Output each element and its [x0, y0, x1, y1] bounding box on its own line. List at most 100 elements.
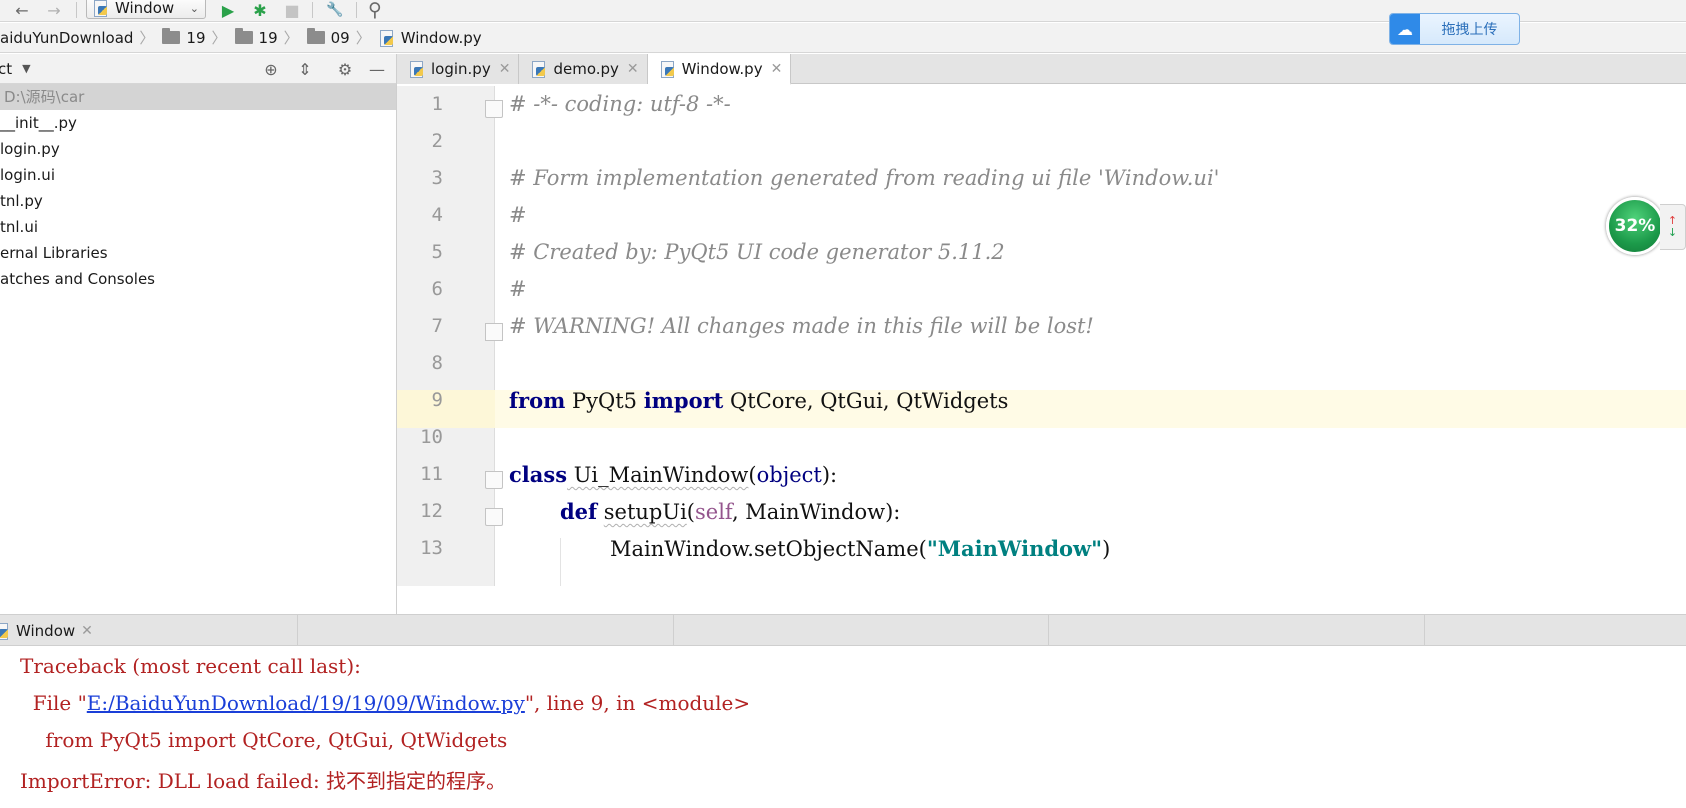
breadcrumb-label: Window.py [400, 28, 482, 47]
console-text: File " [20, 691, 87, 715]
tab-login-py[interactable]: login.py ✕ [397, 54, 520, 84]
module-name: PyQt5 [565, 389, 644, 413]
close-icon[interactable]: ✕ [627, 61, 639, 77]
gear-icon[interactable]: ⚙ [336, 60, 354, 79]
code-line: # [509, 203, 527, 227]
code-line-call: MainWindow.setObjectName("MainWindow") [610, 536, 1110, 561]
run-config-label: Window [115, 0, 175, 17]
download-arrow-icon: ↓ [1667, 226, 1678, 239]
breadcrumb-label: 19 [186, 28, 206, 47]
keyword: import [643, 388, 724, 413]
tree-item-scratches[interactable]: atches and Consoles [0, 266, 396, 292]
close-icon[interactable]: ✕ [81, 623, 93, 639]
code-line: # WARNING! All changes made in this file… [509, 314, 1094, 338]
locate-target-icon[interactable]: ⊕ [262, 60, 280, 79]
python-file-icon [409, 61, 425, 78]
project-panel-header: ct ▼ ⊕ ⇕ ⚙ — [0, 54, 396, 84]
console-line: Traceback (most recent call last): [20, 654, 361, 678]
run-tab-window[interactable]: Window ✕ [0, 615, 101, 646]
console-error-line: ImportError: DLL load failed: 找不到指定的程序。 [20, 769, 507, 793]
breadcrumb-item[interactable]: 19 [231, 28, 284, 47]
tab-label: demo.py [553, 60, 619, 78]
fold-marker-icon[interactable] [485, 100, 503, 118]
python-file-icon [531, 61, 547, 78]
run-config-dropdown[interactable]: Window ⌄ [86, 0, 206, 19]
fold-marker-icon[interactable] [485, 471, 503, 489]
tree-root-path[interactable]: D:\源码\car [0, 84, 396, 110]
import-list: QtCore, QtGui, QtWidgets [723, 389, 1009, 413]
fold-marker-icon[interactable] [485, 323, 503, 341]
project-panel-title[interactable]: ct [0, 60, 12, 78]
code-line: # Created by: PyQt5 UI code generator 5.… [509, 240, 1005, 264]
code-line-import: from PyQt5 import QtCore, QtGui, QtWidge… [509, 388, 1008, 413]
minimize-icon[interactable]: — [368, 60, 386, 79]
keyword: class [509, 462, 568, 487]
wrench-icon[interactable]: 🔧 [324, 0, 346, 20]
breadcrumb-item[interactable]: aiduYunDownload [0, 29, 139, 47]
breadcrumb-separator: 〉 [211, 29, 227, 47]
run-tab-cell [1425, 615, 1686, 646]
cloud-upload-icon: ☁ [1390, 14, 1420, 44]
params: , MainWindow): [731, 500, 901, 524]
line-number: 10 [420, 426, 443, 448]
run-tab-cell [674, 615, 1049, 646]
forward-arrow-icon[interactable]: → [44, 0, 64, 20]
close-icon[interactable]: ✕ [771, 61, 783, 77]
back-arrow-icon[interactable]: ← [12, 0, 32, 20]
run-icon[interactable]: ▶ [218, 0, 238, 20]
tree-item[interactable]: tnl.ui [0, 214, 396, 240]
code-line: # Form implementation generated from rea… [509, 166, 1220, 190]
close-icon[interactable]: ✕ [499, 61, 511, 77]
tree-item[interactable]: __init__.py [0, 110, 396, 136]
tree-item-external-libraries[interactable]: ernal Libraries [0, 240, 396, 266]
toolbar-separator [356, 2, 357, 18]
tree-item[interactable]: login.ui [0, 162, 396, 188]
line-number: 5 [431, 241, 443, 263]
line-number: 3 [431, 167, 443, 189]
toolbar-separator [76, 2, 77, 18]
toolbar-separator [312, 2, 313, 18]
run-console-output[interactable]: Traceback (most recent call last): File … [0, 646, 1686, 808]
console-line: from PyQt5 import QtCore, QtGui, QtWidge… [20, 728, 508, 752]
folder-icon [306, 28, 325, 44]
keyword: def [560, 499, 598, 524]
debug-icon[interactable]: ✱ [250, 0, 270, 20]
breadcrumb-label: 09 [330, 28, 350, 47]
builtin-name: object [756, 463, 822, 487]
string-literal: "MainWindow" [926, 536, 1103, 561]
memory-usage-indicator[interactable]: 32% [1606, 197, 1664, 255]
tree-item[interactable]: login.py [0, 136, 396, 162]
paren: ): [821, 463, 838, 487]
tab-demo-py[interactable]: demo.py ✕ [519, 54, 648, 84]
file-path-link[interactable]: E:/BaiduYunDownload/19/19/09/Window.py [87, 691, 525, 715]
run-tab-cell [1049, 615, 1425, 646]
self-keyword: self [695, 500, 732, 524]
line-number: 7 [431, 315, 443, 337]
code-editor[interactable]: 1 2 3 4 5 6 7 8 9 10 11 12 13 # -*- codi… [397, 86, 1686, 586]
breadcrumb-label: 19 [258, 28, 278, 47]
search-icon[interactable]: ⚲ [364, 0, 386, 21]
line-number: 4 [431, 204, 443, 226]
keyword: from [509, 388, 566, 413]
breadcrumb-item[interactable]: Window.py [375, 29, 488, 47]
folder-icon [162, 28, 181, 44]
tree-item[interactable]: tnl.py [0, 188, 396, 214]
line-number: 6 [431, 278, 443, 300]
upload-widget[interactable]: ☁ 拖拽上传 [1389, 13, 1520, 45]
folder-icon [234, 28, 253, 44]
breadcrumb-item[interactable]: 19 [158, 28, 211, 47]
stop-icon[interactable]: ■ [282, 0, 302, 20]
line-number: 2 [431, 130, 443, 152]
breadcrumb-item[interactable]: 09 [303, 28, 356, 47]
python-file-icon [379, 29, 395, 47]
fold-marker-icon[interactable] [485, 508, 503, 526]
line-number: 1 [431, 93, 443, 115]
tab-window-py[interactable]: Window.py ✕ [647, 54, 792, 85]
tab-label: login.py [431, 60, 491, 78]
chevron-down-icon[interactable]: ▼ [22, 62, 30, 75]
python-file-icon [93, 0, 109, 17]
network-speed-widget[interactable]: ↑ ↓ [1660, 204, 1686, 250]
project-tree: D:\源码\car __init__.py login.py login.ui … [0, 84, 396, 292]
collapse-all-icon[interactable]: ⇕ [296, 60, 314, 79]
line-number: 12 [420, 500, 443, 522]
